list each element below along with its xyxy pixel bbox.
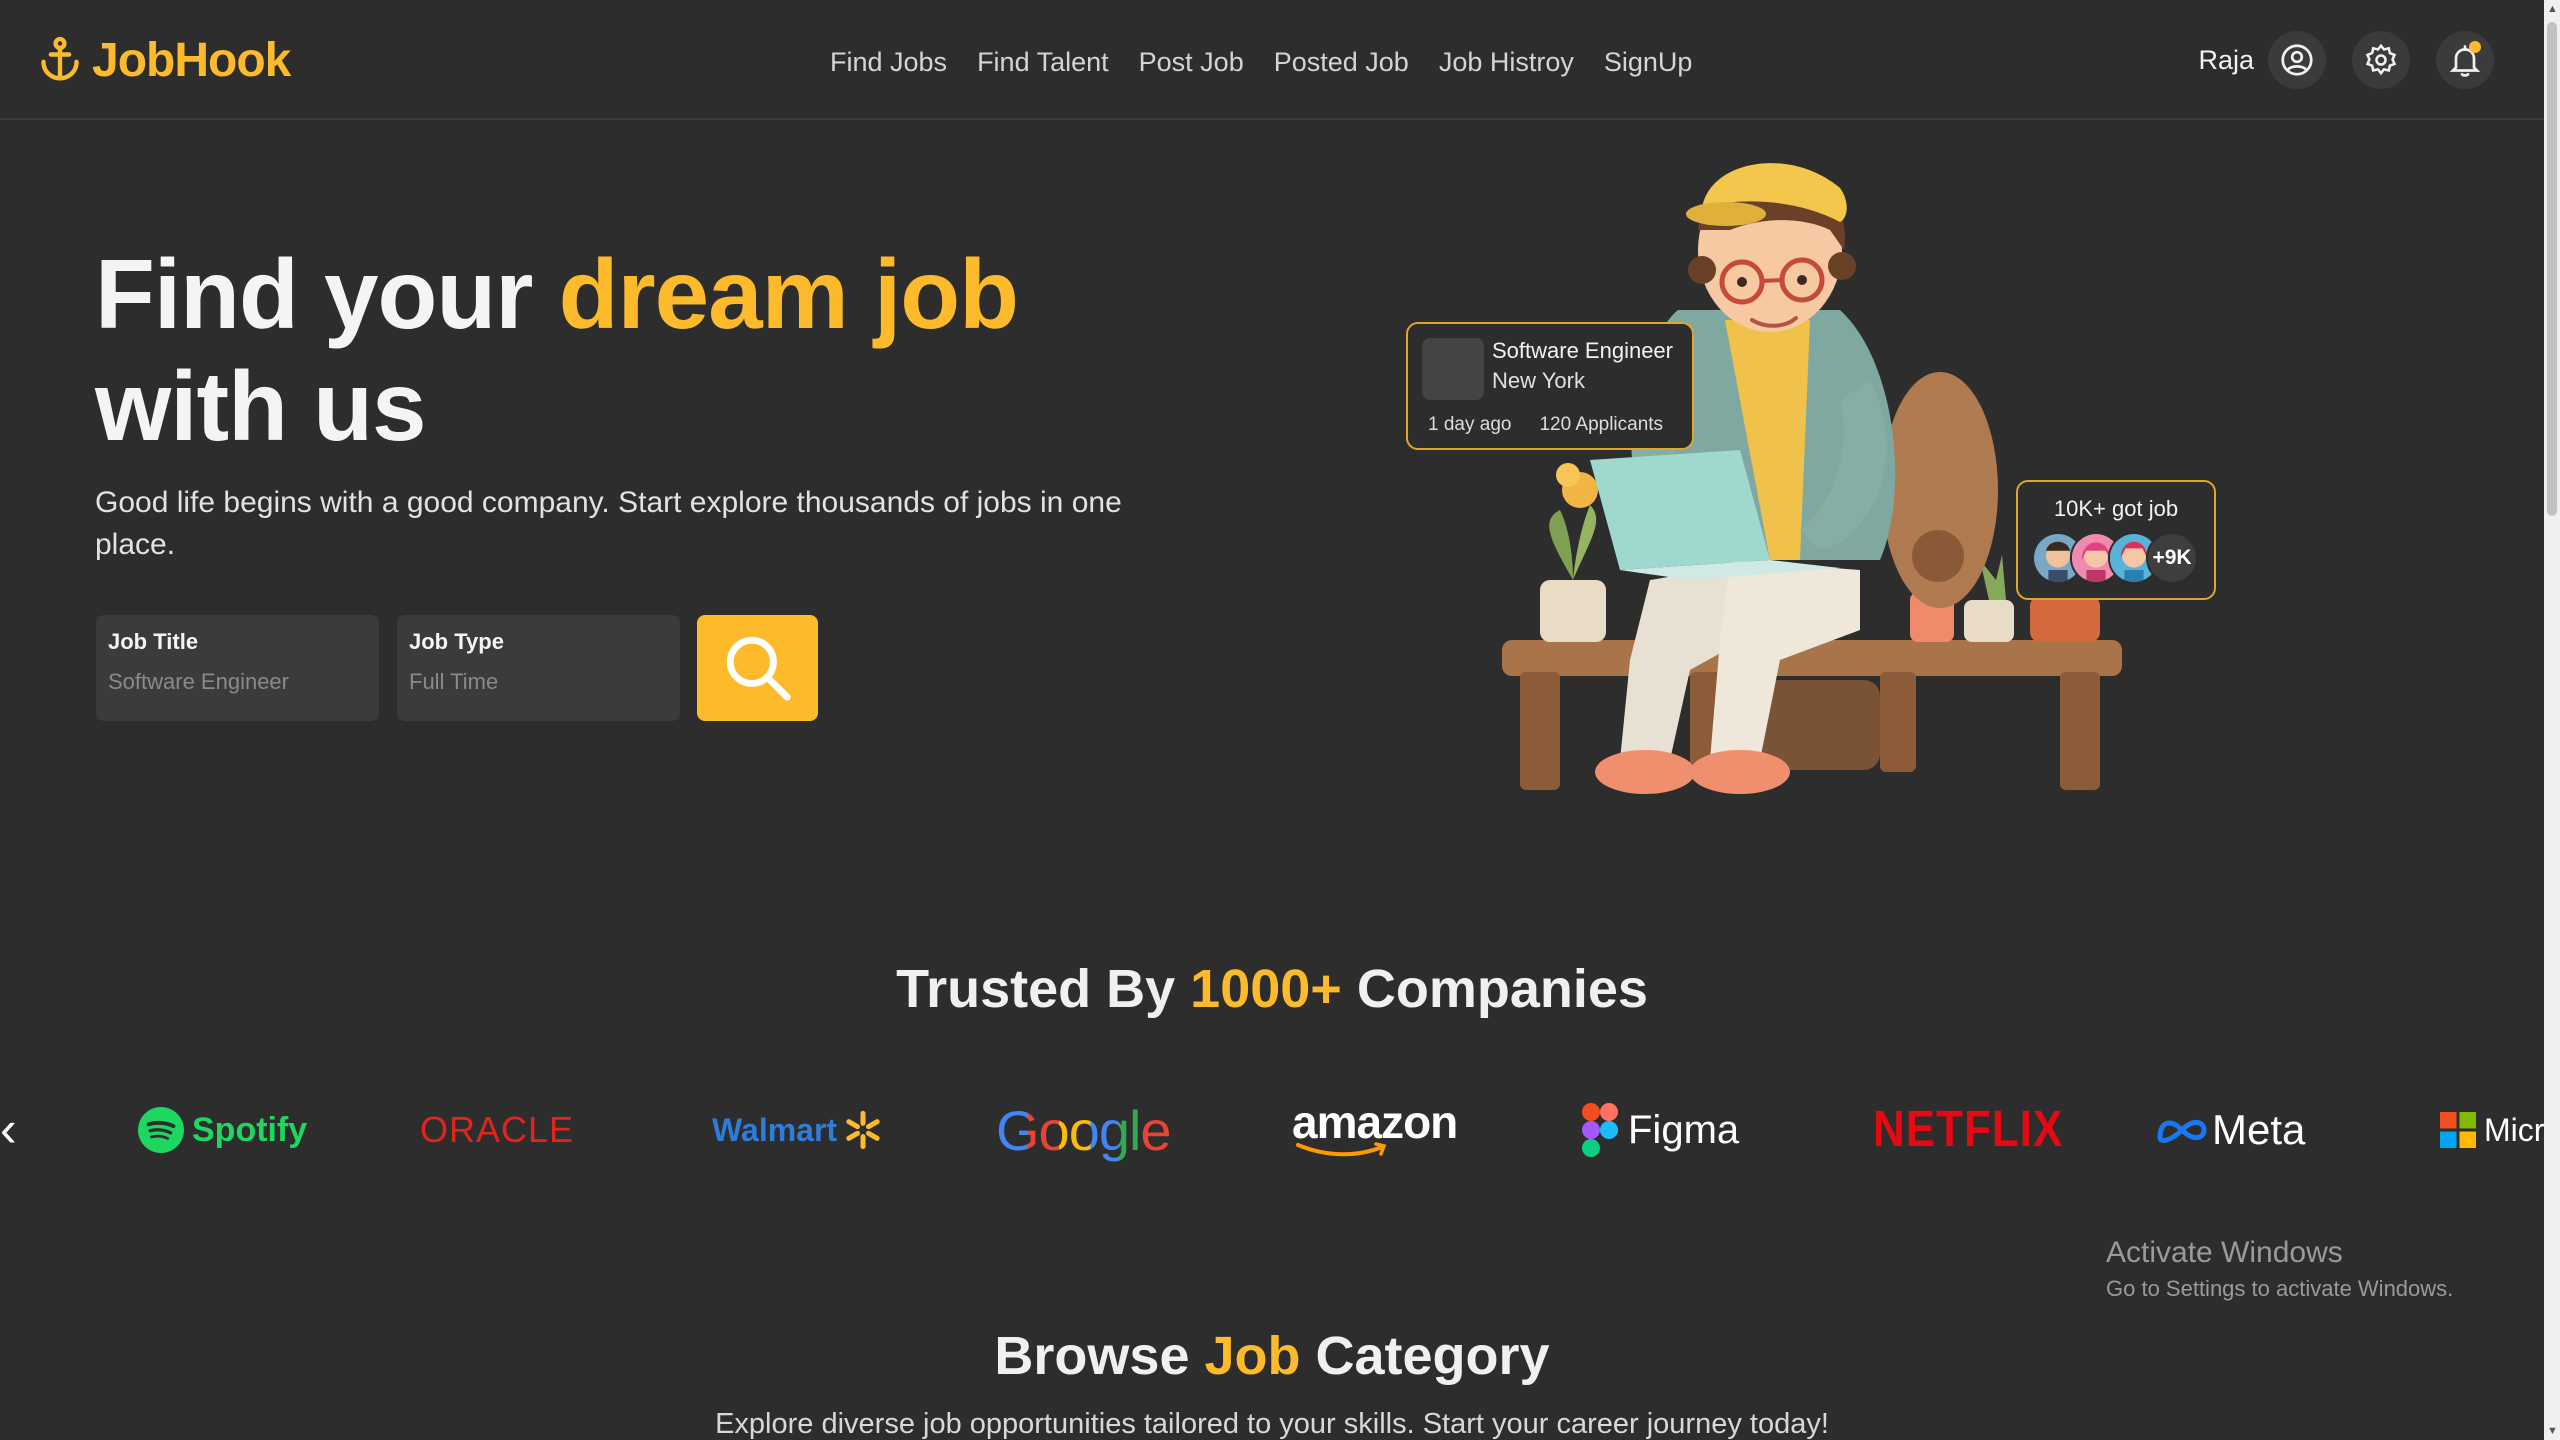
browse-title-part2: Category (1300, 1326, 1550, 1386)
watermark-title: Activate Windows (2106, 1236, 2343, 1269)
microsoft-icon (2440, 1112, 2476, 1148)
trusted-title: Trusted By 1000+ Companies (0, 958, 2544, 1020)
top-header: JobHook Find Jobs Find Talent Post Job P… (0, 0, 2544, 120)
browse-title-accent: Job (1204, 1326, 1301, 1386)
scroll-down-arrow-icon[interactable]: ▼ (2547, 1425, 2558, 1437)
netflix-name: NETFLIX (1873, 1101, 2064, 1158)
company-thumbnail (1422, 338, 1484, 400)
spotify-name: Spotify (192, 1110, 308, 1149)
user-circle-icon (2281, 44, 2313, 76)
microsoft-logo: Micr (2440, 1090, 2544, 1170)
nav-post-job[interactable]: Post Job (1139, 47, 1244, 78)
header-actions: Raja (2198, 30, 2544, 90)
job-type-label: Job Type (409, 629, 504, 654)
trusted-title-part2: Companies (1341, 959, 1648, 1019)
watermark-subtitle: Go to Settings to activate Windows. (2106, 1276, 2454, 1301)
figma-logo: Figma (1582, 1090, 1739, 1170)
settings-button[interactable] (2352, 31, 2410, 89)
job-card-posted: 1 day ago (1428, 414, 1512, 435)
logo-text: JobHook (92, 33, 291, 87)
scroll-up-arrow-icon[interactable]: ▲ (2547, 3, 2558, 15)
jobhook-logo[interactable]: JobHook (38, 30, 291, 90)
more-avatars-count: +9K (2146, 532, 2198, 584)
amazon-smile-icon (1296, 1142, 1387, 1157)
google-name: Google (996, 1098, 1172, 1162)
anchor-icon (41, 36, 79, 81)
hero-title-part1: Find your (95, 239, 559, 349)
browse-category-subtitle: Explore diverse job opportunities tailor… (715, 1408, 1829, 1440)
company-logo-carousel: ‹ Spotify ORACLE Walmart Google amazon F… (0, 1090, 2544, 1170)
hero-title-accent: dream job (558, 239, 1019, 349)
browse-category-title: Browse Job Category (0, 1325, 2544, 1387)
netflix-logo: NETFLIX (1873, 1090, 2063, 1170)
avatar-stack: +9K (2032, 532, 2198, 584)
figma-icon (1582, 1103, 1618, 1157)
activate-windows-watermark: Activate Windows Go to Settings to activ… (2106, 1236, 2453, 1302)
job-card-city: New York (1492, 368, 1585, 393)
search-button[interactable] (697, 615, 818, 721)
hero-title-part2: with us (95, 351, 427, 461)
notifications-button[interactable] (2436, 31, 2494, 89)
google-logo: Google (996, 1090, 1172, 1170)
scrollbar-thumb[interactable] (2547, 22, 2557, 516)
chevron-left-icon[interactable]: ‹ (0, 1100, 17, 1158)
job-title-field[interactable]: Job Title (96, 615, 379, 721)
microsoft-name: Micr (2484, 1111, 2544, 1148)
page-scrollbar[interactable]: ▲ ▼ (2544, 0, 2560, 1440)
profile-button[interactable] (2268, 31, 2326, 89)
job-title-input[interactable] (108, 669, 358, 695)
amazon-name: amazon (1292, 1096, 1458, 1148)
nav-signup[interactable]: SignUp (1604, 47, 1693, 78)
meta-logo: Meta (2156, 1090, 2305, 1170)
nav-find-jobs[interactable]: Find Jobs (830, 47, 947, 78)
trusted-title-accent: 1000+ (1190, 959, 1342, 1019)
spotify-icon (138, 1107, 184, 1153)
notification-dot (2469, 41, 2481, 53)
figma-name: Figma (1628, 1107, 1740, 1152)
user-name[interactable]: Raja (2198, 45, 2254, 76)
nav-find-talent[interactable]: Find Talent (977, 47, 1109, 78)
amazon-logo: amazon (1292, 1090, 1458, 1170)
nav-posted-job[interactable]: Posted Job (1274, 47, 1409, 78)
job-card-applicants: 120 Applicants (1539, 414, 1664, 435)
job-card-meta: 1 day ago 120 Applicants (1428, 414, 1663, 436)
hero-title: Find your dream job with us (95, 238, 1195, 462)
browse-title-part1: Browse (994, 1326, 1205, 1386)
walmart-name: Walmart (712, 1111, 838, 1148)
got-job-text: 10K+ got job (2053, 496, 2179, 521)
meta-infinity-icon (2157, 1120, 2207, 1143)
job-preview-card[interactable]: Software Engineer New York 1 day ago 120… (1406, 322, 1694, 450)
meta-name: Meta (2212, 1106, 2306, 1153)
walmart-logo: Walmart (712, 1090, 883, 1170)
oracle-name: ORACLE (420, 1109, 575, 1150)
walmart-spark-icon (846, 1110, 880, 1150)
job-type-input[interactable] (409, 669, 659, 695)
job-type-field[interactable]: Job Type (397, 615, 680, 721)
trusted-title-part1: Trusted By (896, 959, 1191, 1019)
oracle-logo: ORACLE (420, 1090, 574, 1170)
gear-icon (2365, 43, 2397, 76)
job-card-role: Software Engineer (1492, 338, 1673, 363)
search-icon (726, 636, 791, 701)
job-title-label: Job Title (108, 629, 199, 654)
main-nav: Find Jobs Find Talent Post Job Posted Jo… (830, 40, 1692, 84)
spotify-logo: Spotify (138, 1090, 307, 1170)
nav-job-history[interactable]: Job Histroy (1439, 47, 1574, 78)
hero-subtitle: Good life begins with a good company. St… (95, 486, 1122, 561)
got-job-card: 10K+ got job +9K (2016, 480, 2216, 600)
